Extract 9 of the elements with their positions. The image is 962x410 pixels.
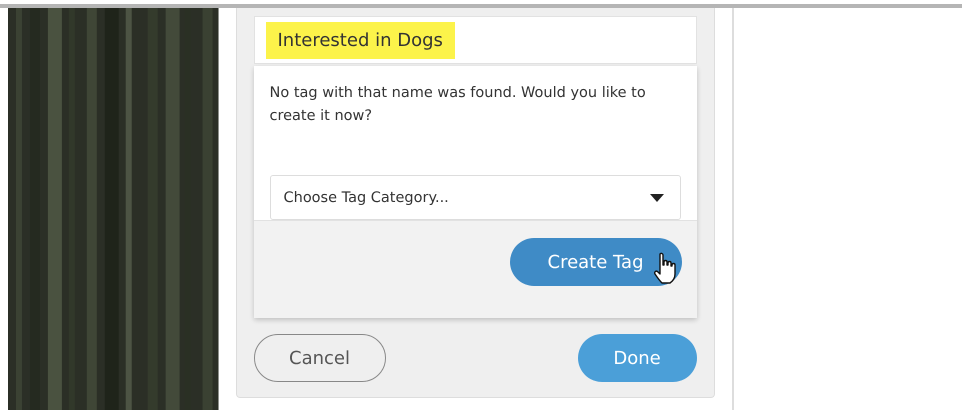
create-tag-button[interactable]: Create Tag: [510, 238, 682, 286]
hand-cursor-icon: [652, 252, 677, 286]
placeholder-text: Choose Tag Category...: [284, 190, 449, 206]
message-text: No tag with that name was found. Would you like to create it now?: [270, 84, 647, 126]
caret-icon: [650, 194, 664, 202]
category-dropdown[interactable]: Choose Tag Category...: [270, 175, 681, 220]
cancel-button[interactable]: Cancel: [254, 334, 386, 382]
tag-name-text: Interested in Dogs: [266, 22, 455, 58]
input-field[interactable]: Interested in Dogs: [254, 16, 697, 64]
